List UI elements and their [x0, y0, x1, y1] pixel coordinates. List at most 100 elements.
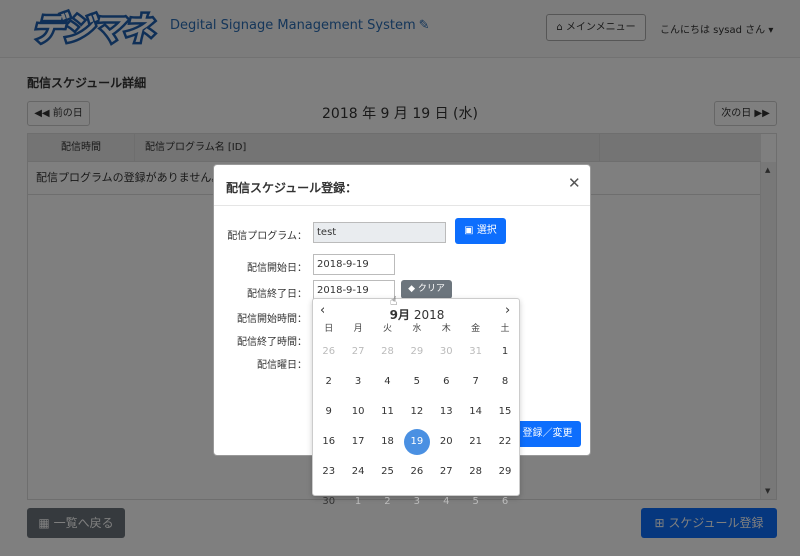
day-number: 3	[354, 376, 362, 387]
day-cell[interactable]: 20	[432, 427, 461, 457]
modal-title: 配信スケジュール登録：	[226, 181, 358, 195]
weekday-header: 木	[441, 324, 451, 334]
day-number: 11	[381, 406, 394, 417]
day-cell[interactable]: 3	[343, 367, 372, 397]
week-row: 16 17 18 19 20 21 22	[314, 427, 520, 457]
week-row: 9 10 11 12 13 14 15	[314, 397, 520, 427]
day-number: 29	[498, 466, 512, 477]
datepicker-year[interactable]: 2018	[414, 308, 445, 322]
day-cell[interactable]: 10	[343, 397, 372, 427]
day-cell[interactable]: 27	[343, 337, 372, 367]
start-time-label: 配信開始時間：	[237, 314, 307, 325]
day-number: 30	[439, 346, 453, 357]
day-cell[interactable]: 5	[402, 367, 431, 397]
day-number: 28	[469, 466, 483, 477]
day-cell[interactable]: 26	[314, 337, 343, 367]
eraser-icon: ◆	[408, 284, 416, 294]
week-row: 23 24 25 26 27 28 29	[314, 457, 520, 487]
day-cell-selected[interactable]: 19	[402, 427, 431, 457]
day-number: 30	[322, 496, 336, 507]
datepicker-grid: 日月火水木金土 26 27 28 29 30 31 1 2 3 4 5 6 7 8 9 10 11 12 13 14 15…	[314, 321, 520, 517]
select-program-button[interactable]: ▣ 選択	[455, 218, 506, 244]
day-cell[interactable]: 21	[461, 427, 490, 457]
chevron-right-icon[interactable]: ›	[505, 303, 510, 318]
weekday-header-row: 日月火水木金土	[314, 321, 520, 337]
weekday-header: 日	[324, 324, 334, 334]
day-number: 8	[501, 376, 509, 387]
day-cell[interactable]: 27	[432, 457, 461, 487]
day-cell[interactable]: 2	[314, 367, 343, 397]
day-number: 4	[443, 496, 450, 507]
day-cell[interactable]: 22	[490, 427, 519, 457]
save-button[interactable]: 登録／変更	[514, 421, 581, 447]
day-number: 9	[325, 406, 332, 417]
day-cell[interactable]: 24	[343, 457, 372, 487]
day-cell[interactable]: 30	[432, 337, 461, 367]
film-icon: ▣	[464, 225, 474, 236]
day-cell[interactable]: 4	[373, 367, 402, 397]
day-number: 6	[443, 376, 450, 387]
day-number: 31	[469, 346, 483, 357]
day-cell[interactable]: 29	[490, 457, 519, 487]
day-number: 27	[439, 466, 453, 477]
day-cell[interactable]: 29	[402, 337, 431, 367]
day-number: 1	[501, 346, 509, 357]
program-field[interactable]: test	[313, 222, 446, 243]
week-row: 2 3 4 5 6 7 8	[314, 367, 520, 397]
day-number: 16	[322, 436, 336, 447]
day-number: 3	[413, 496, 421, 507]
start-date-field[interactable]: 2018-9-19	[313, 254, 395, 275]
hand-pointer-icon: ☝	[390, 294, 398, 308]
day-cell[interactable]: 6	[432, 367, 461, 397]
day-cell[interactable]: 26	[402, 457, 431, 487]
day-number: 5	[413, 376, 421, 387]
day-number: 5	[472, 496, 479, 507]
day-cell[interactable]: 5	[461, 487, 490, 517]
day-cell[interactable]: 14	[461, 397, 490, 427]
day-cell[interactable]: 15	[490, 397, 519, 427]
week-row: 26 27 28 29 30 31 1	[314, 337, 520, 367]
datepicker-popup: ‹ 9月 2018 › 日月火水木金土 26 27 28 29 30 31 1 2 3 4 5 6 7 8 9…	[312, 298, 520, 507]
day-cell[interactable]: 11	[373, 397, 402, 427]
day-cell[interactable]: 4	[432, 487, 461, 517]
weekday-header: 土	[500, 324, 510, 334]
program-label: 配信プログラム：	[227, 231, 307, 242]
weekday-label: 配信曜日：	[257, 360, 307, 371]
day-cell[interactable]: 17	[343, 427, 372, 457]
day-cell[interactable]: 6	[490, 487, 519, 517]
day-cell[interactable]: 12	[402, 397, 431, 427]
modal-divider	[214, 205, 590, 206]
day-number: 14	[469, 406, 483, 417]
day-cell[interactable]: 31	[461, 337, 490, 367]
day-cell[interactable]: 25	[373, 457, 402, 487]
day-cell[interactable]: 7	[461, 367, 490, 397]
day-number: 12	[410, 406, 424, 417]
day-cell[interactable]: 1	[343, 487, 372, 517]
day-number: 18	[381, 436, 394, 447]
day-cell[interactable]: 23	[314, 457, 343, 487]
close-icon[interactable]: ✕	[568, 174, 581, 192]
day-cell[interactable]: 1	[490, 337, 519, 367]
weekday-header: 水	[412, 324, 422, 334]
day-number: 25	[381, 466, 394, 477]
day-cell[interactable]: 8	[490, 367, 519, 397]
day-cell[interactable]: 18	[373, 427, 402, 457]
day-cell[interactable]: 30	[314, 487, 343, 517]
datepicker-month[interactable]: 9月	[390, 308, 410, 322]
day-number: 1	[354, 496, 362, 507]
day-number: 24	[351, 466, 365, 477]
day-cell[interactable]: 28	[373, 337, 402, 367]
day-cell[interactable]: 16	[314, 427, 343, 457]
end-date-label: 配信終了日：	[247, 289, 307, 300]
day-cell[interactable]: 28	[461, 457, 490, 487]
day-cell[interactable]: 3	[402, 487, 431, 517]
day-number: 21	[469, 436, 483, 447]
day-cell[interactable]: 2	[373, 487, 402, 517]
clear-date-button[interactable]: ◆ クリア	[401, 280, 452, 299]
day-cell[interactable]: 13	[432, 397, 461, 427]
day-cell[interactable]: 9	[314, 397, 343, 427]
day-number: 20	[439, 436, 453, 447]
day-number: 26	[322, 346, 336, 357]
day-number: 4	[384, 376, 391, 387]
day-number: 10	[351, 406, 365, 417]
